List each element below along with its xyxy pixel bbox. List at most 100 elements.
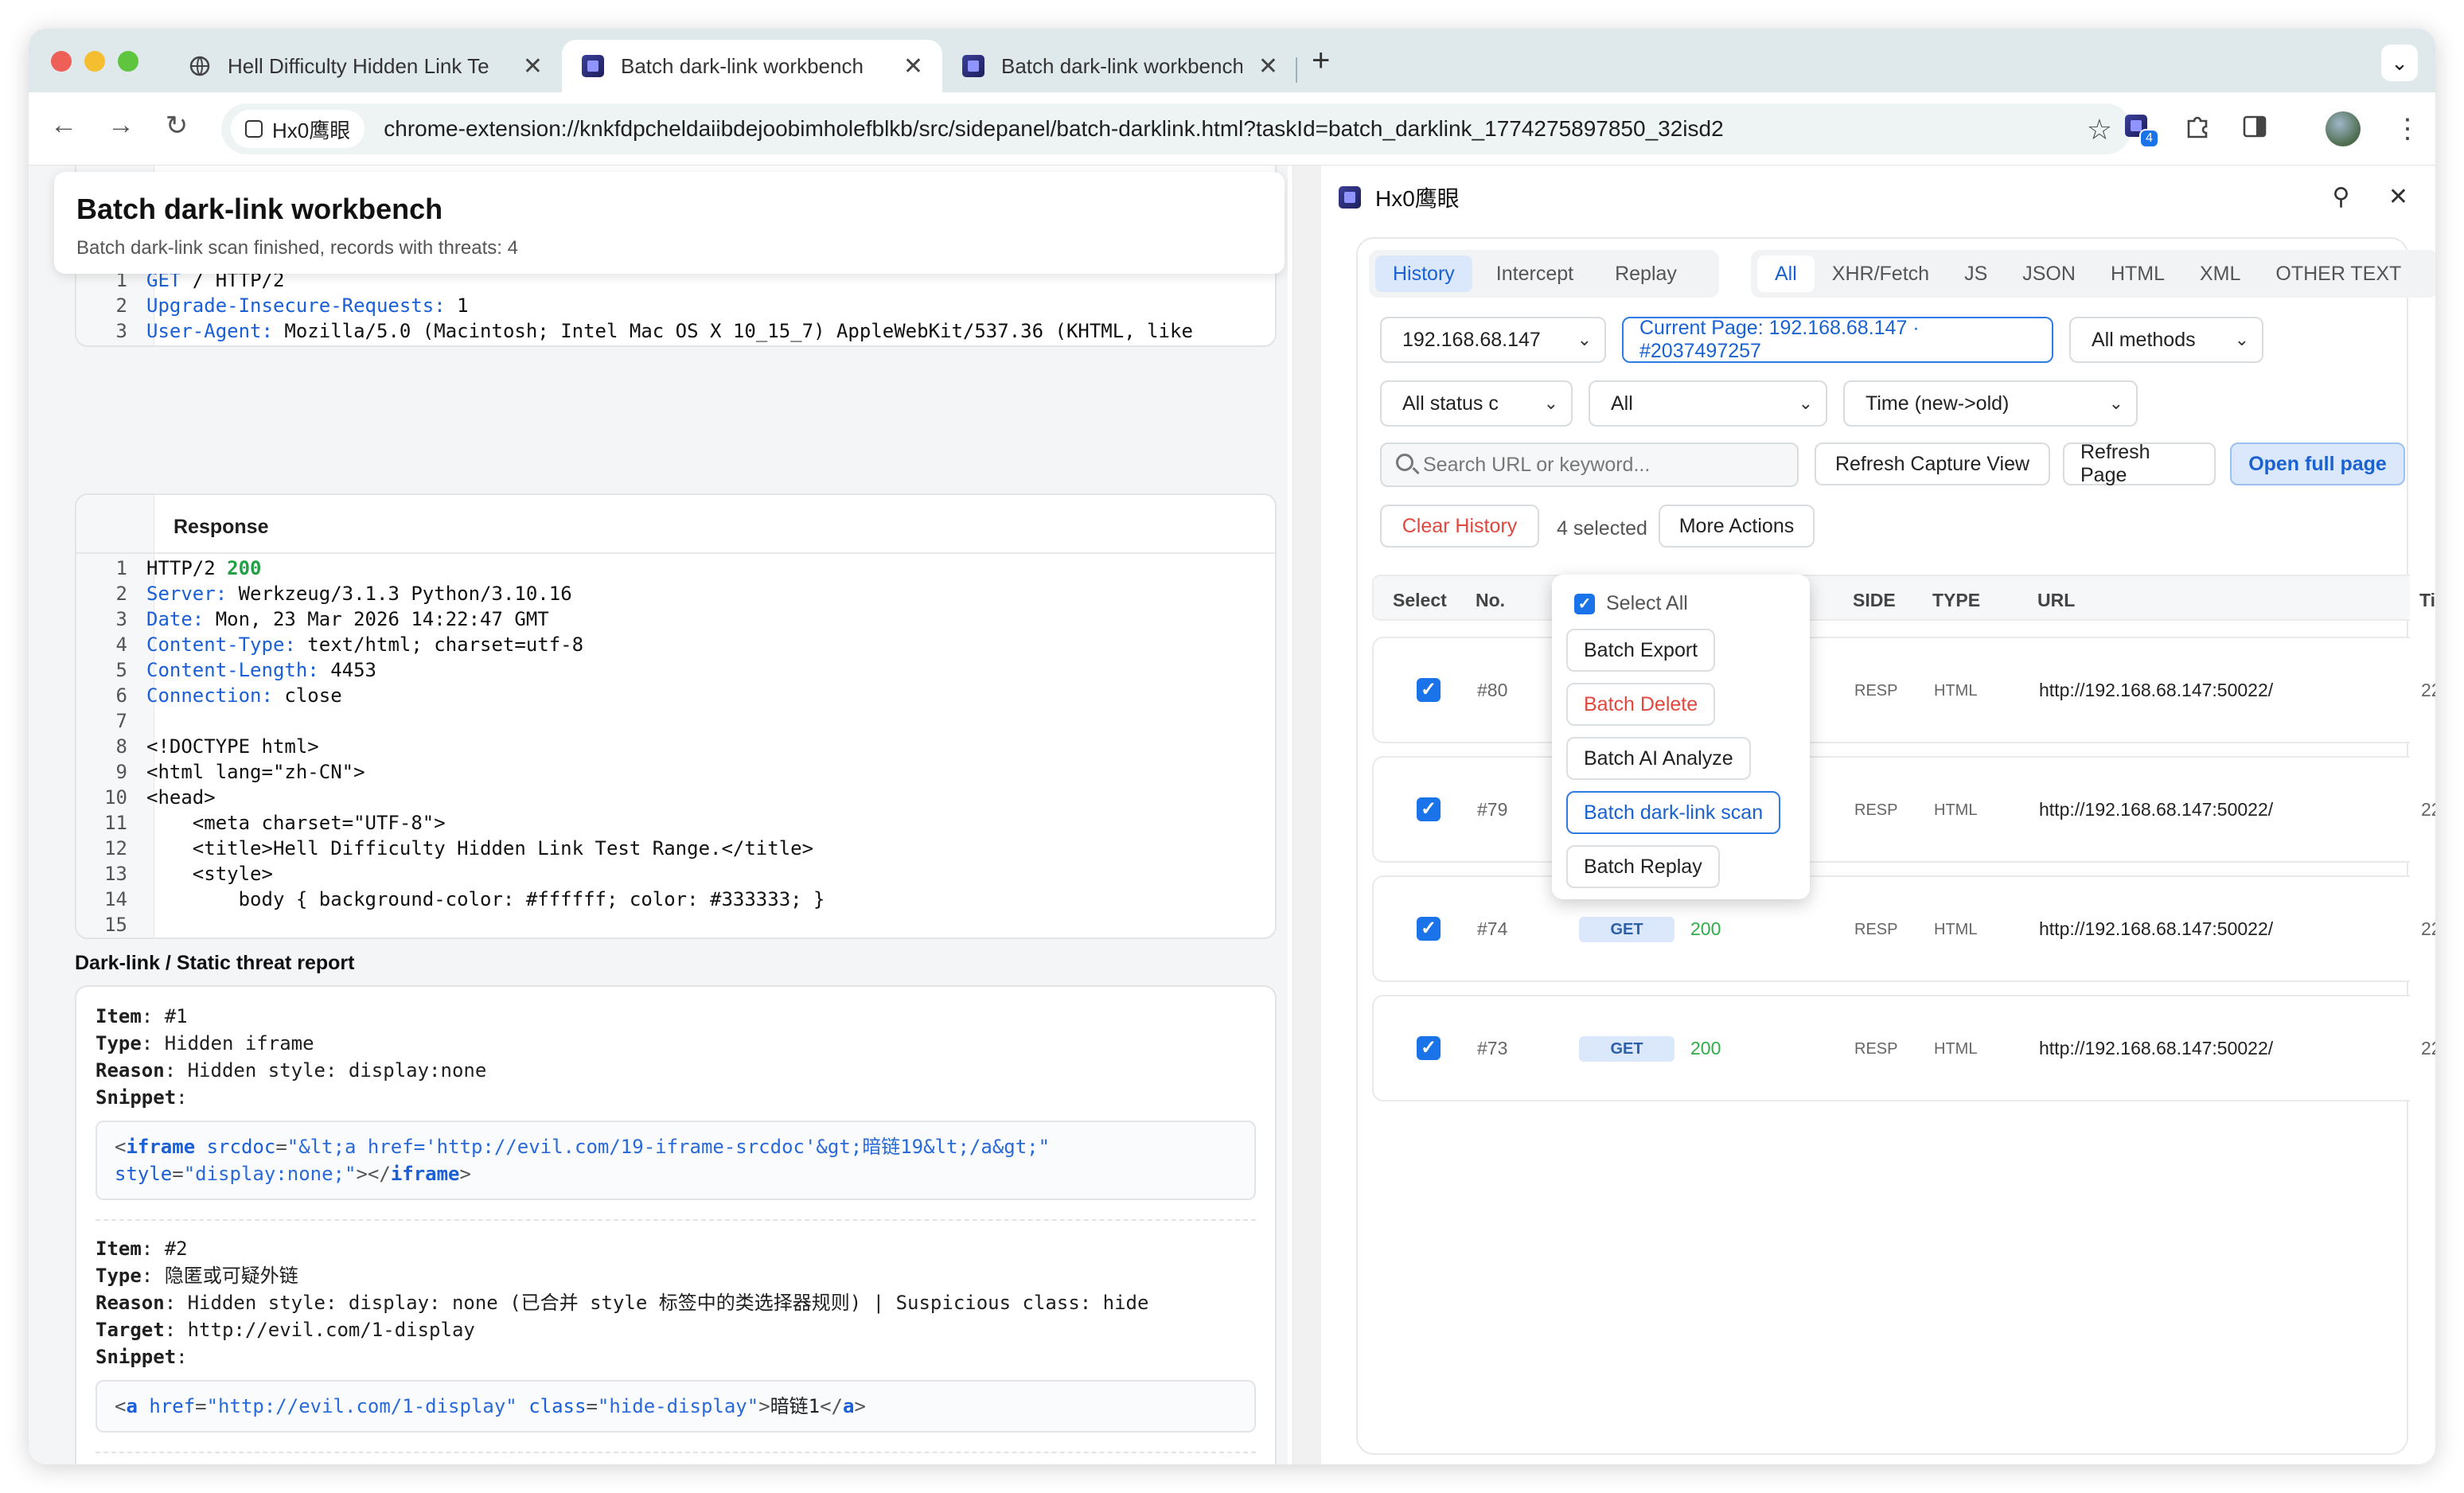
select-all-checkbox[interactable]: ✓ Select All	[1574, 592, 1688, 615]
tab-batch-workbench[interactable]: Batch dark-link workbench ✕	[942, 40, 1297, 92]
batch-export-button[interactable]: Batch Export	[1566, 629, 1716, 672]
side-panel-icon[interactable]	[2241, 113, 2268, 147]
table-row[interactable]: ✓ #80 RESP HTML http://192.168.68.147:50022/…	[1372, 637, 2435, 743]
open-full-page-button[interactable]: Open full page	[2230, 442, 2405, 485]
type-select[interactable]: All ⌄	[1589, 380, 1827, 427]
filter-xhr-fetch[interactable]: XHR/Fetch	[1815, 255, 1947, 292]
code-line: Gecko) Chrome/146.0.0.0 Safari/537.36	[76, 344, 1275, 347]
workbench-scrollbar[interactable]	[1292, 166, 1321, 1464]
tab-intercept[interactable]: Intercept	[1479, 255, 1591, 292]
new-tab-icon[interactable]: +	[1312, 43, 1330, 79]
row-checkbox[interactable]: ✓	[1417, 1036, 1441, 1060]
side-cell: RESP	[1854, 682, 1898, 700]
refresh-page-button[interactable]: Refresh Page	[2063, 441, 2216, 486]
line-number: 9	[115, 761, 127, 783]
header-key: User-Agent:	[146, 320, 273, 342]
header-value: <meta charset="UTF-8">	[146, 812, 446, 834]
url-cell[interactable]: http://192.168.68.147:50022/	[2039, 918, 2273, 940]
table-row[interactable]: ✓ #79 RESP HTML http://192.168.68.147:50022/…	[1372, 756, 2435, 863]
batch-ai-analyze-button[interactable]: Batch AI Analyze	[1566, 737, 1751, 780]
filter-html[interactable]: HTML	[2093, 255, 2182, 292]
separator	[319, 659, 330, 681]
line-number: 3	[115, 608, 127, 630]
tab-search-chevron-icon[interactable]: ⌄	[2381, 45, 2418, 81]
line-content: Server: Werkzeug/3.1.3 Python/3.10.16	[146, 581, 572, 606]
close-tab-icon[interactable]: ✕	[903, 53, 923, 80]
line-number: 3	[115, 320, 127, 342]
row-checkbox[interactable]: ✓	[1417, 678, 1441, 702]
threat-type: Hidden iframe	[164, 1032, 314, 1054]
batch-delete-button[interactable]: Batch Delete	[1566, 683, 1716, 726]
more-actions-button[interactable]: More Actions	[1659, 505, 1815, 548]
url-text[interactable]: chrome-extension://knkfdpcheldaiibdejoob…	[384, 116, 1723, 142]
line-number: 7	[115, 710, 127, 732]
kebab-menu-icon[interactable]: ⋮	[2394, 113, 2421, 145]
close-panel-icon[interactable]: ✕	[2388, 184, 2408, 210]
row-checkbox[interactable]: ✓	[1417, 917, 1441, 941]
separator	[296, 633, 307, 656]
close-tab-icon[interactable]: ✕	[1258, 53, 1278, 80]
mode-tabs: History Intercept Replay	[1369, 250, 1719, 298]
table-row[interactable]: ✓ #73 GET 200 RESP HTML http://192.168.68.147:…	[1372, 995, 2435, 1101]
forward-arrow-icon[interactable]: →	[102, 110, 140, 141]
table-row[interactable]: ✓ #74 GET 200 RESP HTML http://192.168.68.147:…	[1372, 875, 2435, 982]
address-bar[interactable]: Hx0鹰眼 chrome-extension://knkfdpcheldaiib…	[221, 103, 2131, 154]
header-key: Connection:	[146, 684, 273, 707]
filter-other-text[interactable]: OTHER TEXT	[2258, 255, 2419, 292]
browser-toolbar: ← → ↻ Hx0鹰眼 chrome-extension://knkfdpche…	[29, 92, 2435, 166]
batch-darklink-scan-button[interactable]: Batch dark-link scan	[1566, 791, 1781, 834]
minimize-window-button[interactable]	[84, 51, 105, 72]
url-cell[interactable]: http://192.168.68.147:50022/	[2039, 680, 2273, 701]
reload-icon[interactable]: ↻	[158, 110, 196, 142]
refresh-capture-button[interactable]: Refresh Capture View	[1815, 442, 2050, 485]
line-number: 1	[115, 557, 127, 579]
code-line: 7	[76, 708, 1275, 734]
current-page-button[interactable]: Current Page: 192.168.68.147 · #20374972…	[1622, 317, 2053, 363]
search-input[interactable]: Search URL or keyword...	[1380, 442, 1799, 487]
site-info-chip[interactable]: Hx0鹰眼	[231, 110, 365, 148]
batch-replay-button[interactable]: Batch Replay	[1566, 845, 1720, 888]
line-content: <head>	[146, 785, 216, 810]
tab-replay[interactable]: Replay	[1597, 255, 1694, 292]
url-cell[interactable]: http://192.168.68.147:50022/	[2039, 1038, 2273, 1059]
tab-batch-workbench-active[interactable]: Batch dark-link workbench ✕	[562, 40, 942, 92]
line-number	[76, 344, 146, 345]
row-checkbox[interactable]: ✓	[1417, 797, 1441, 821]
maximize-window-button[interactable]	[118, 51, 138, 72]
bookmark-star-icon[interactable]: ☆	[2087, 113, 2112, 146]
line-number: 5	[115, 659, 127, 681]
hx0-extension-icon[interactable]: 4	[2125, 113, 2159, 148]
page-title: Batch dark-link workbench	[76, 193, 443, 225]
back-arrow-icon[interactable]: ←	[45, 110, 83, 141]
profile-avatar[interactable]	[2326, 111, 2361, 146]
line-number: 12	[104, 837, 127, 860]
methods-select[interactable]: All methods ⌄	[2069, 317, 2263, 363]
line-content: Gecko) Chrome/146.0.0.0 Safari/537.36	[146, 344, 572, 347]
header-value: Gecko) Chrome/146.0.0.0 Safari/537.36	[146, 345, 572, 347]
filter-xml[interactable]: XML	[2182, 255, 2258, 292]
header-value: text/html; charset=utf-8	[307, 633, 584, 656]
sort-select[interactable]: Time (new->old) ⌄	[1843, 380, 2138, 427]
status-select[interactable]: All status c ⌄	[1380, 380, 1573, 427]
hx0-app-icon	[1339, 186, 1361, 209]
type-cell: HTML	[1934, 1040, 1978, 1058]
line-number: 13	[104, 863, 127, 885]
url-cell[interactable]: http://192.168.68.147:50022/	[2039, 799, 2273, 821]
close-window-button[interactable]	[51, 51, 72, 72]
filter-json[interactable]: JSON	[2005, 255, 2093, 292]
extensions-puzzle-icon[interactable]	[2184, 113, 2211, 147]
code-line: 2 Server: Werkzeug/3.1.3 Python/3.10.16	[76, 581, 1275, 606]
header-value: 4453	[330, 659, 376, 681]
tab-history[interactable]: History	[1375, 255, 1472, 292]
clear-history-button[interactable]: Clear History	[1380, 505, 1539, 548]
panel-title: Hx0鹰眼	[1375, 186, 1460, 211]
filter-all[interactable]: All	[1757, 255, 1815, 292]
host-select[interactable]: 192.168.68.147 ⌄	[1380, 317, 1606, 363]
close-tab-icon[interactable]: ✕	[523, 53, 543, 80]
header-value: <head>	[146, 786, 216, 809]
unpin-icon[interactable]: ⚲	[2333, 184, 2350, 210]
tab-hidden-link-test[interactable]: Hell Difficulty Hidden Link Te ✕	[169, 40, 562, 92]
filter-js[interactable]: JS	[1947, 255, 2005, 292]
selected-count: 4 selected	[1557, 517, 1647, 540]
browser-window: Hell Difficulty Hidden Link Te ✕ Batch d…	[29, 29, 2435, 1464]
